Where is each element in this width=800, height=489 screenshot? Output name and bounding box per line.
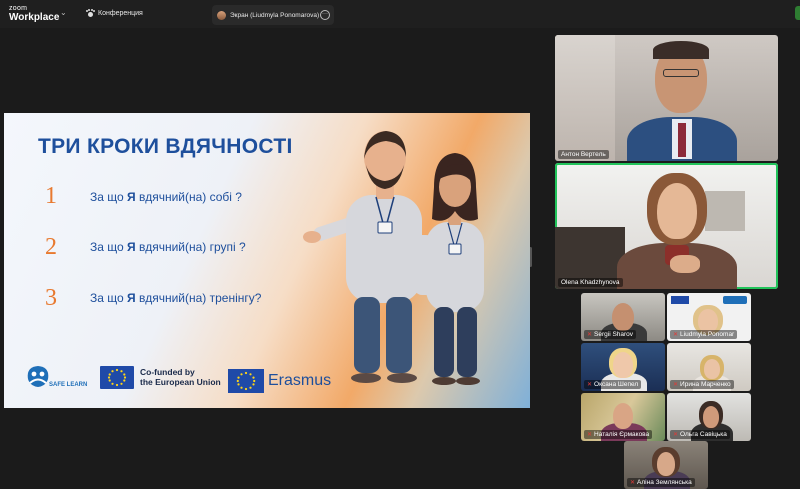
screen-tab-label: Экран (Liudmyla Ponomarova) bbox=[230, 11, 320, 19]
question-1-pre: За що bbox=[90, 190, 128, 204]
question-2-pre: За що bbox=[90, 240, 128, 254]
participant-tile[interactable]: ✕ Ирина Марченко bbox=[667, 343, 751, 391]
erasmus-text: Erasmus bbox=[268, 372, 332, 389]
question-number-3: 3 bbox=[45, 285, 57, 311]
question-2-post: вдячний(на) групі ? bbox=[135, 240, 246, 254]
question-2-bold: Я bbox=[127, 240, 136, 254]
eu-text-line2: the European Union bbox=[140, 377, 221, 387]
shared-slide: ТРИ КРОКИ ВДЯЧНОСТІ 1 За що Я вдячний(на… bbox=[4, 113, 530, 408]
participant-name: ✕ Ирина Марченко bbox=[670, 380, 734, 389]
safe-learn-logo: SAFE LEARN bbox=[27, 366, 87, 388]
participant-name: ✕ Оксана Шепел bbox=[584, 380, 642, 389]
question-3-pre: За що bbox=[90, 291, 128, 305]
participant-tile[interactable]: ✕ Аліна Землянська bbox=[624, 441, 708, 489]
participant-tile-active-speaker[interactable]: Olena Khadzhynova bbox=[555, 163, 778, 289]
slide-title: ТРИ КРОКИ ВДЯЧНОСТІ bbox=[38, 135, 293, 158]
erasmus-flag-icon bbox=[228, 369, 264, 393]
question-2: За що Я вдячний(на) групі ? bbox=[90, 240, 246, 254]
participant-tile[interactable]: ✕ Наталія Єрмакова bbox=[581, 393, 665, 441]
paw-icon bbox=[86, 9, 95, 17]
question-3-post: вдячний(на) тренінгу? bbox=[135, 291, 262, 305]
participant-name: ✕ Аліна Землянська bbox=[627, 478, 695, 487]
question-1: За що Я вдячний(на) собі ? bbox=[90, 190, 242, 204]
eu-cofunded-text: Co-funded by the European Union bbox=[140, 367, 221, 387]
participant-name: ✕ Sergii Sharov bbox=[584, 330, 637, 339]
participant-name: Антон Вертель bbox=[558, 150, 609, 159]
question-3: За що Я вдячний(на) тренінгу? bbox=[90, 291, 261, 305]
question-3-bold: Я bbox=[127, 291, 136, 305]
mic-muted-icon: ✕ bbox=[587, 332, 593, 338]
meeting-menu[interactable]: Конференция bbox=[86, 9, 143, 17]
question-number-1: 1 bbox=[45, 183, 57, 209]
eu-flag-icon bbox=[100, 366, 134, 389]
characters-illustration bbox=[303, 131, 484, 385]
avatar bbox=[217, 10, 226, 20]
status-indicator bbox=[795, 6, 800, 20]
participant-tile[interactable]: ✕ Liudmyla Ponomar bbox=[667, 293, 751, 341]
meeting-label: Конференция bbox=[98, 9, 143, 17]
eu-text-line1: Co-funded by bbox=[140, 367, 195, 377]
brand-line1: zoom bbox=[9, 5, 28, 12]
participant-name: ✕ Наталія Єрмакова bbox=[584, 430, 653, 439]
mic-muted-icon: ✕ bbox=[673, 332, 679, 338]
chevron-down-icon[interactable]: ⌄ bbox=[60, 8, 67, 17]
participant-tile[interactable]: ✕ Sergii Sharov bbox=[581, 293, 665, 341]
more-icon[interactable]: ··· bbox=[320, 10, 330, 20]
question-number-2: 2 bbox=[45, 234, 57, 260]
safe-learn-text: SAFE LEARN bbox=[49, 382, 87, 388]
zoom-workplace-logo[interactable]: zoom Workplace bbox=[9, 5, 59, 23]
participant-tile[interactable]: Антон Вертель bbox=[555, 35, 778, 161]
question-1-post: вдячний(на) собі ? bbox=[135, 190, 242, 204]
woman-figure bbox=[414, 153, 484, 385]
question-1-bold: Я bbox=[127, 190, 136, 204]
participant-tile[interactable]: ✕ Ольга Савіцька bbox=[667, 393, 751, 441]
participant-name: Olena Khadzhynova bbox=[558, 278, 623, 287]
mic-muted-icon: ✕ bbox=[673, 432, 679, 438]
mic-muted-icon: ✕ bbox=[587, 432, 593, 438]
mic-muted-icon: ✕ bbox=[630, 480, 636, 486]
brand-line2: Workplace bbox=[9, 12, 60, 23]
top-bar: zoom Workplace ⌄ Конференция Экран (Liud… bbox=[0, 0, 800, 28]
shared-screen-tab[interactable]: Экран (Liudmyla Ponomarova) ··· bbox=[212, 5, 334, 25]
participant-name: ✕ Ольга Савіцька bbox=[670, 430, 730, 439]
participant-name: ✕ Liudmyla Ponomar bbox=[670, 330, 738, 339]
participant-tile[interactable]: ✕ Оксана Шепел bbox=[581, 343, 665, 391]
mic-muted-icon: ✕ bbox=[587, 382, 593, 388]
mic-muted-icon: ✕ bbox=[673, 382, 679, 388]
